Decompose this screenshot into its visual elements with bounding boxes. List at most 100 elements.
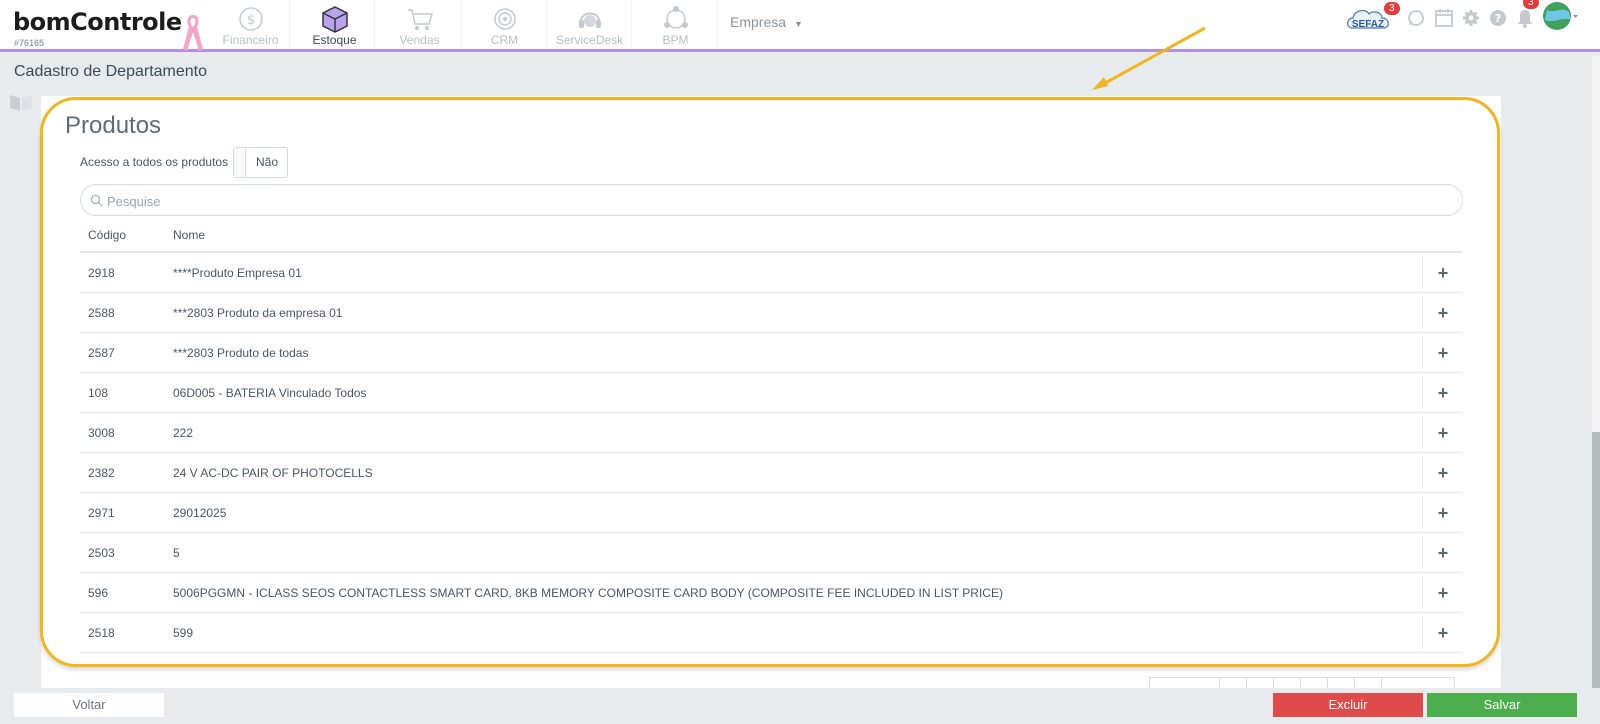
help-icon: ? bbox=[1490, 10, 1506, 26]
panel-title: Produtos bbox=[65, 112, 162, 139]
row-nome: 24 V AC-DC PAIR OF PHOTOCELLS bbox=[173, 466, 373, 480]
row-codigo: 2588 bbox=[88, 306, 115, 320]
product-search bbox=[80, 184, 1463, 216]
row-nome: ****Produto Empresa 01 bbox=[173, 266, 302, 280]
pagination[interactable] bbox=[1149, 677, 1455, 688]
row-nome: 06D005 - BATERIA Vinculado Todos bbox=[173, 386, 367, 400]
table-row[interactable]: 2518 599 + bbox=[80, 613, 1463, 653]
search-icon bbox=[90, 194, 103, 207]
search-input[interactable] bbox=[107, 191, 1447, 211]
add-product-button[interactable]: + bbox=[1423, 373, 1463, 413]
headset-icon bbox=[578, 12, 601, 28]
nav-financeiro[interactable]: $ Financeiro bbox=[212, 0, 290, 49]
avatar bbox=[1543, 2, 1578, 30]
access-all-products-toggle[interactable]: Não bbox=[233, 147, 288, 178]
add-product-button[interactable]: + bbox=[1423, 453, 1463, 493]
add-product-button[interactable]: + bbox=[1423, 253, 1463, 293]
nav-servicedesk[interactable]: ServiceDesk bbox=[548, 0, 632, 49]
delete-button[interactable]: Excluir bbox=[1273, 693, 1423, 717]
pink-ribbon-icon bbox=[183, 15, 203, 51]
table-row[interactable]: 3008 222 + bbox=[80, 413, 1463, 453]
toggle-value: Não bbox=[256, 155, 279, 169]
page-title: Cadastro de Departamento bbox=[14, 63, 207, 80]
table-row[interactable]: 2971 29012025 + bbox=[80, 493, 1463, 533]
row-codigo: 3008 bbox=[88, 426, 115, 440]
table-row[interactable]: 2503 5 + bbox=[80, 533, 1463, 573]
row-nome: 5 bbox=[173, 546, 180, 560]
sefaz-badge: 3 bbox=[1384, 2, 1400, 15]
top-navigation-bar: bomControle #76165 $ Financeiro Estoque … bbox=[0, 0, 1600, 52]
svg-text:$: $ bbox=[246, 13, 254, 28]
nav-estoque[interactable]: Estoque bbox=[295, 0, 375, 49]
add-product-button[interactable]: + bbox=[1423, 493, 1463, 533]
back-button[interactable]: Voltar bbox=[14, 693, 164, 717]
whatsapp-button[interactable] bbox=[1404, 0, 1428, 36]
row-codigo: 108 bbox=[88, 386, 109, 400]
svg-text:?: ? bbox=[1495, 12, 1501, 25]
annotation-arrow bbox=[1092, 26, 1206, 90]
gear-icon bbox=[1463, 10, 1479, 26]
row-codigo: 2382 bbox=[88, 466, 115, 480]
row-nome: 599 bbox=[173, 626, 194, 640]
sefaz-label: SEFAZ bbox=[1352, 19, 1384, 30]
nav-label: Vendas bbox=[399, 33, 440, 47]
notification-badge: 3 bbox=[1523, 0, 1539, 9]
empresa-dropdown[interactable]: Empresa ▼ bbox=[730, 14, 803, 30]
target-icon bbox=[493, 8, 516, 30]
cart-icon bbox=[407, 9, 433, 30]
row-nome: 29012025 bbox=[173, 506, 227, 520]
nav-label: Estoque bbox=[312, 33, 357, 47]
calendar-button[interactable] bbox=[1432, 0, 1456, 36]
nav-label: Financeiro bbox=[222, 33, 279, 47]
calendar-icon bbox=[1435, 9, 1453, 27]
add-product-button[interactable]: + bbox=[1423, 613, 1463, 653]
add-product-button[interactable]: + bbox=[1423, 533, 1463, 573]
book-icon[interactable] bbox=[8, 92, 34, 112]
network-icon bbox=[663, 6, 688, 29]
table-row[interactable]: 108 06D005 - BATERIA Vinculado Todos + bbox=[80, 373, 1463, 413]
box-icon bbox=[321, 6, 348, 33]
toggle-knob bbox=[234, 148, 246, 177]
settings-button[interactable] bbox=[1459, 0, 1483, 36]
nav-bpm[interactable]: BPM bbox=[634, 0, 718, 49]
row-nome: ***2803 Produto da empresa 01 bbox=[173, 306, 343, 320]
dollar-icon: $ bbox=[238, 7, 263, 31]
help-button[interactable]: ? bbox=[1486, 0, 1510, 36]
chevron-down-icon: ▼ bbox=[794, 19, 803, 29]
table-row[interactable]: 2918 ****Produto Empresa 01 + bbox=[80, 253, 1463, 293]
add-product-button[interactable]: + bbox=[1423, 573, 1463, 613]
row-codigo: 2918 bbox=[88, 266, 115, 280]
row-codigo: 2503 bbox=[88, 546, 115, 560]
notifications-button[interactable]: 3 bbox=[1513, 0, 1539, 36]
row-codigo: 2518 bbox=[88, 626, 115, 640]
empresa-label: Empresa bbox=[730, 14, 787, 30]
access-all-products-label: Acesso a todos os produtos bbox=[80, 155, 229, 169]
nav-label: BPM bbox=[662, 33, 689, 47]
nav-label: ServiceDesk bbox=[555, 33, 624, 47]
row-nome: 5006PGGMN - ICLASS SEOS CONTACTLESS SMAR… bbox=[173, 586, 1003, 600]
brand-logo[interactable]: bomControle bbox=[13, 8, 182, 36]
add-product-button[interactable]: + bbox=[1423, 333, 1463, 373]
scrollbar-thumb[interactable] bbox=[1592, 432, 1600, 688]
row-codigo: 596 bbox=[88, 586, 109, 600]
nav-label: CRM bbox=[490, 33, 519, 47]
row-nome: ***2803 Produto de todas bbox=[173, 346, 309, 360]
column-header-codigo[interactable]: Código bbox=[88, 228, 126, 242]
table-row[interactable]: 2588 ***2803 Produto da empresa 01 + bbox=[80, 293, 1463, 333]
row-codigo: 2587 bbox=[88, 346, 115, 360]
column-header-nome[interactable]: Nome bbox=[173, 228, 205, 242]
save-button[interactable]: Salvar bbox=[1427, 693, 1577, 717]
whatsapp-icon bbox=[1408, 10, 1424, 26]
row-nome: 222 bbox=[173, 426, 194, 440]
account-id: #76165 bbox=[14, 38, 45, 48]
user-menu[interactable] bbox=[1542, 0, 1580, 36]
add-product-button[interactable]: + bbox=[1423, 413, 1463, 453]
row-codigo: 2971 bbox=[88, 506, 115, 520]
sefaz-button[interactable]: SEFAZ 3 bbox=[1346, 0, 1400, 36]
nav-crm[interactable]: CRM bbox=[463, 0, 547, 49]
add-product-button[interactable]: + bbox=[1423, 293, 1463, 333]
table-row[interactable]: 2382 24 V AC-DC PAIR OF PHOTOCELLS + bbox=[80, 453, 1463, 493]
table-row[interactable]: 596 5006PGGMN - ICLASS SEOS CONTACTLESS … bbox=[80, 573, 1463, 613]
nav-vendas[interactable]: Vendas bbox=[378, 0, 462, 49]
table-row[interactable]: 2587 ***2803 Produto de todas + bbox=[80, 333, 1463, 373]
